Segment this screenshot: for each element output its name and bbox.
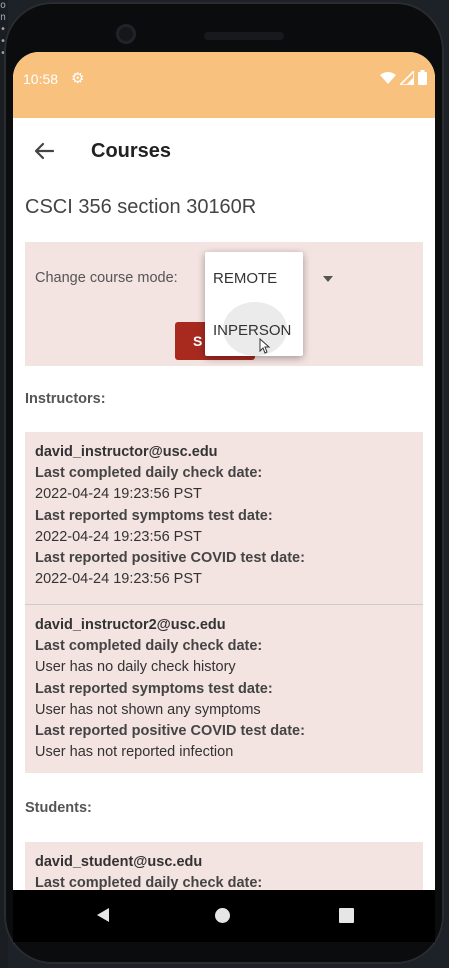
status-bar: 10:58 ⚙ — [13, 52, 435, 118]
symptoms-value: User has not shown any symptoms — [35, 701, 261, 718]
signal-icon — [400, 70, 414, 85]
dropdown-arrow-icon[interactable] — [323, 276, 333, 282]
status-icons — [380, 70, 427, 85]
system-nav-bar — [13, 890, 435, 942]
symptoms-value: 2022-04-24 19:23:56 PST — [35, 528, 202, 545]
students-heading: Students: — [25, 800, 92, 816]
course-mode-label: Change course mode: — [35, 270, 178, 286]
covid-label: Last reported positive COVID test date: — [35, 550, 305, 567]
app-screen: 10:58 ⚙ Courses CSCI 356 section 30160R … — [13, 52, 435, 890]
student-card: david_student@usc.edu Last completed dai… — [25, 842, 423, 890]
mouse-cursor-icon — [259, 338, 271, 354]
covid-label: Last reported positive COVID test date: — [35, 723, 305, 740]
wifi-icon — [380, 71, 396, 84]
instructor-email: david_instructor@usc.edu — [35, 444, 218, 460]
page-title: Courses — [91, 140, 172, 162]
course-title: CSCI 356 section 30160R — [25, 196, 257, 218]
daily-check-value: 2022-04-24 19:23:56 PST — [35, 486, 202, 503]
arrow-left-icon[interactable] — [29, 136, 59, 166]
dropdown-option-inperson[interactable]: INPERSON — [213, 322, 291, 339]
gear-icon: ⚙ — [71, 70, 85, 87]
instructor-email: david_instructor2@usc.edu — [35, 617, 226, 633]
daily-check-label: Last completed daily check date: — [35, 638, 263, 655]
battery-icon — [418, 70, 427, 85]
square-recents-icon[interactable] — [339, 908, 354, 923]
symptoms-label: Last reported symptoms test date: — [35, 680, 273, 697]
circle-home-icon[interactable] — [215, 908, 230, 923]
earpiece-speaker — [204, 32, 284, 40]
course-mode-dropdown: REMOTE INPERSON — [205, 252, 303, 356]
front-camera — [116, 24, 136, 44]
triangle-back-icon[interactable] — [97, 908, 109, 922]
covid-value: User has not reported infection — [35, 744, 234, 761]
daily-check-value: User has no daily check history — [35, 659, 236, 676]
status-time: 10:58 — [23, 71, 59, 87]
instructors-heading: Instructors: — [25, 391, 106, 407]
daily-check-label: Last completed daily check date: — [35, 465, 263, 482]
submit-button-label: S — [193, 333, 203, 349]
instructor-card: david_instructor@usc.edu Last completed … — [25, 432, 423, 604]
daily-check-label: Last completed daily check date: — [35, 875, 263, 890]
instructor-card: david_instructor2@usc.edu Last completed… — [25, 605, 423, 773]
app-bar: Courses — [13, 118, 435, 182]
covid-value: 2022-04-24 19:23:56 PST — [35, 571, 202, 588]
dropdown-option-remote[interactable]: REMOTE — [213, 270, 277, 287]
symptoms-label: Last reported symptoms test date: — [35, 507, 273, 524]
student-email: david_student@usc.edu — [35, 854, 203, 870]
